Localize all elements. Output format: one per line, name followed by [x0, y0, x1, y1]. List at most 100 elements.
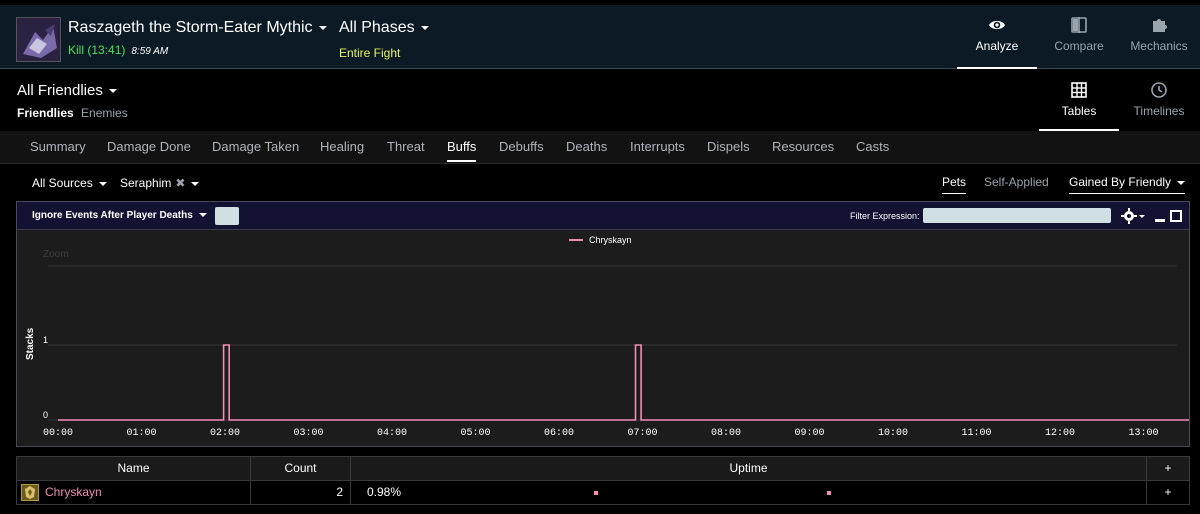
gained-by-dropdown[interactable]: Gained By Friendly: [1069, 175, 1186, 194]
y-tick-label: 0: [43, 410, 48, 420]
kill-info: Kill (13:41) 8:59 AM: [68, 43, 168, 57]
subheader: All Friendlies Friendlies Enemies Tables…: [0, 69, 1200, 131]
uptime-mark: [594, 491, 598, 495]
nav-analyze[interactable]: Analyze: [957, 5, 1037, 69]
row-name-cell: Chryskayn: [17, 481, 251, 504]
tab-dispels[interactable]: Dispels: [707, 139, 750, 154]
source-label: All Sources: [32, 176, 93, 190]
row-count-cell: 2: [251, 481, 351, 504]
tab-resources[interactable]: Resources: [772, 139, 834, 154]
gained-by-label: Gained By Friendly: [1069, 175, 1172, 189]
caret-down-icon: [1177, 180, 1186, 185]
zoom-label[interactable]: Zoom: [43, 249, 69, 260]
tab-summary[interactable]: Summary: [30, 139, 86, 154]
nav-mechanics[interactable]: Mechanics: [1119, 5, 1199, 69]
x-tick-label: 03:00: [293, 428, 323, 439]
x-tick-label: 05:00: [460, 428, 490, 439]
col-name[interactable]: Name: [17, 457, 251, 480]
ability-label: Seraphim: [120, 176, 172, 190]
spec-icon: [21, 484, 39, 501]
phase-selector[interactable]: All Phases: [339, 19, 429, 37]
x-tick-label: 10:00: [878, 428, 908, 439]
nav-compare[interactable]: Compare: [1039, 5, 1119, 69]
view-tables-label: Tables: [1061, 104, 1097, 118]
side-friendlies[interactable]: Friendlies: [17, 106, 74, 120]
top-header: Raszageth the Storm-Eater Mythic Kill (1…: [0, 0, 1200, 69]
tab-deaths[interactable]: Deaths: [566, 139, 607, 154]
view-timelines[interactable]: Timelines: [1119, 69, 1199, 131]
tab-interrupts[interactable]: Interrupts: [630, 139, 685, 154]
phase-title: All Phases: [339, 19, 415, 36]
ignore-toggle-box[interactable]: [215, 207, 239, 225]
side-enemies[interactable]: Enemies: [81, 106, 128, 120]
nav-compare-label: Compare: [1054, 39, 1104, 53]
ignore-deaths-dropdown[interactable]: Ignore Events After Player Deaths: [32, 210, 207, 221]
x-tick-label: 02:00: [210, 428, 240, 439]
gear-icon[interactable]: [1121, 208, 1137, 224]
self-applied-toggle[interactable]: Self-Applied: [984, 175, 1049, 189]
x-tick-label: 07:00: [627, 428, 657, 439]
friendlies-selector[interactable]: All Friendlies: [17, 82, 117, 99]
grid-icon: [1071, 82, 1087, 98]
compare-icon: [1071, 17, 1087, 33]
tab-healing[interactable]: Healing: [320, 139, 364, 154]
col-uptime[interactable]: Uptime: [351, 457, 1147, 480]
caret-down-icon: [108, 89, 117, 94]
minimize-icon[interactable]: [1155, 219, 1165, 222]
player-name[interactable]: Chryskayn: [45, 481, 102, 504]
x-tick-label: 12:00: [1045, 428, 1075, 439]
tab-damage-taken[interactable]: Damage Taken: [212, 139, 299, 154]
legend-label: Chryskayn: [589, 235, 632, 245]
y-axis-label: Stacks: [25, 327, 36, 360]
x-tick-label: 04:00: [377, 428, 407, 439]
table-row[interactable]: Chryskayn 2 0.98% +: [16, 481, 1190, 505]
filter-bar: All Sources Seraphim ✖ Pets Self-Applied …: [0, 165, 1200, 201]
source-dropdown[interactable]: All Sources: [32, 176, 107, 190]
uptime-percent: 0.98%: [367, 485, 402, 499]
tab-buffs[interactable]: Buffs: [447, 139, 477, 162]
nav-mechanics-label: Mechanics: [1130, 39, 1188, 53]
phase-subtitle: Entire Fight: [339, 46, 401, 60]
encounter-title: Raszageth the Storm-Eater Mythic: [68, 19, 313, 36]
col-count[interactable]: Count: [251, 457, 351, 480]
y-tick-label: 1: [43, 335, 48, 345]
chart-panel-header: Ignore Events After Player Deaths Filter…: [17, 202, 1189, 230]
caret-down-icon: [198, 213, 207, 218]
pets-toggle[interactable]: Pets: [942, 175, 967, 194]
tab-damage-done[interactable]: Damage Done: [107, 139, 191, 154]
row-expand-button[interactable]: +: [1147, 481, 1189, 504]
kill-timestamp: 8:59 AM: [131, 46, 169, 57]
chart-panel: Ignore Events After Player Deaths Filter…: [16, 201, 1190, 447]
nav-analyze-label: Analyze: [975, 39, 1019, 53]
uptime-mark: [827, 491, 831, 495]
kill-label: Kill (13:41): [68, 43, 126, 57]
x-tick-label: 00:00: [43, 428, 73, 439]
ignore-deaths-label: Ignore Events After Player Deaths: [32, 210, 193, 221]
ability-dropdown[interactable]: Seraphim ✖: [120, 176, 200, 190]
col-plus[interactable]: +: [1147, 457, 1189, 480]
x-tick-label: 13:00: [1128, 428, 1158, 439]
encounter-avatar: [16, 17, 61, 62]
caret-down-icon: [1139, 215, 1145, 218]
x-tick-label: 11:00: [961, 428, 991, 439]
tab-threat[interactable]: Threat: [387, 139, 425, 154]
encounter-selector[interactable]: Raszageth the Storm-Eater Mythic: [68, 19, 327, 37]
view-tables[interactable]: Tables: [1039, 69, 1119, 131]
x-tick-label: 01:00: [126, 428, 156, 439]
caret-down-icon: [191, 181, 200, 186]
view-timelines-label: Timelines: [1133, 104, 1185, 118]
table-header: Name Count Uptime +: [16, 456, 1190, 481]
eye-icon: [989, 20, 1005, 30]
side-toggle: Friendlies Enemies: [17, 106, 128, 120]
friendlies-title: All Friendlies: [17, 82, 103, 99]
row-uptime-cell: 0.98%: [351, 481, 1147, 504]
maximize-icon[interactable]: [1170, 210, 1182, 222]
panel-controls: [1121, 208, 1182, 224]
tab-casts[interactable]: Casts: [856, 139, 889, 154]
puzzle-icon: [1153, 19, 1167, 32]
filter-expression-input[interactable]: [923, 208, 1111, 223]
stacks-chart[interactable]: Chryskayn Zoom Stacks 0 1 00:00 01:00 02:00…: [17, 230, 1189, 446]
tab-debuffs[interactable]: Debuffs: [499, 139, 544, 154]
caret-down-icon: [420, 25, 429, 30]
clear-icon[interactable]: ✖: [175, 176, 185, 190]
